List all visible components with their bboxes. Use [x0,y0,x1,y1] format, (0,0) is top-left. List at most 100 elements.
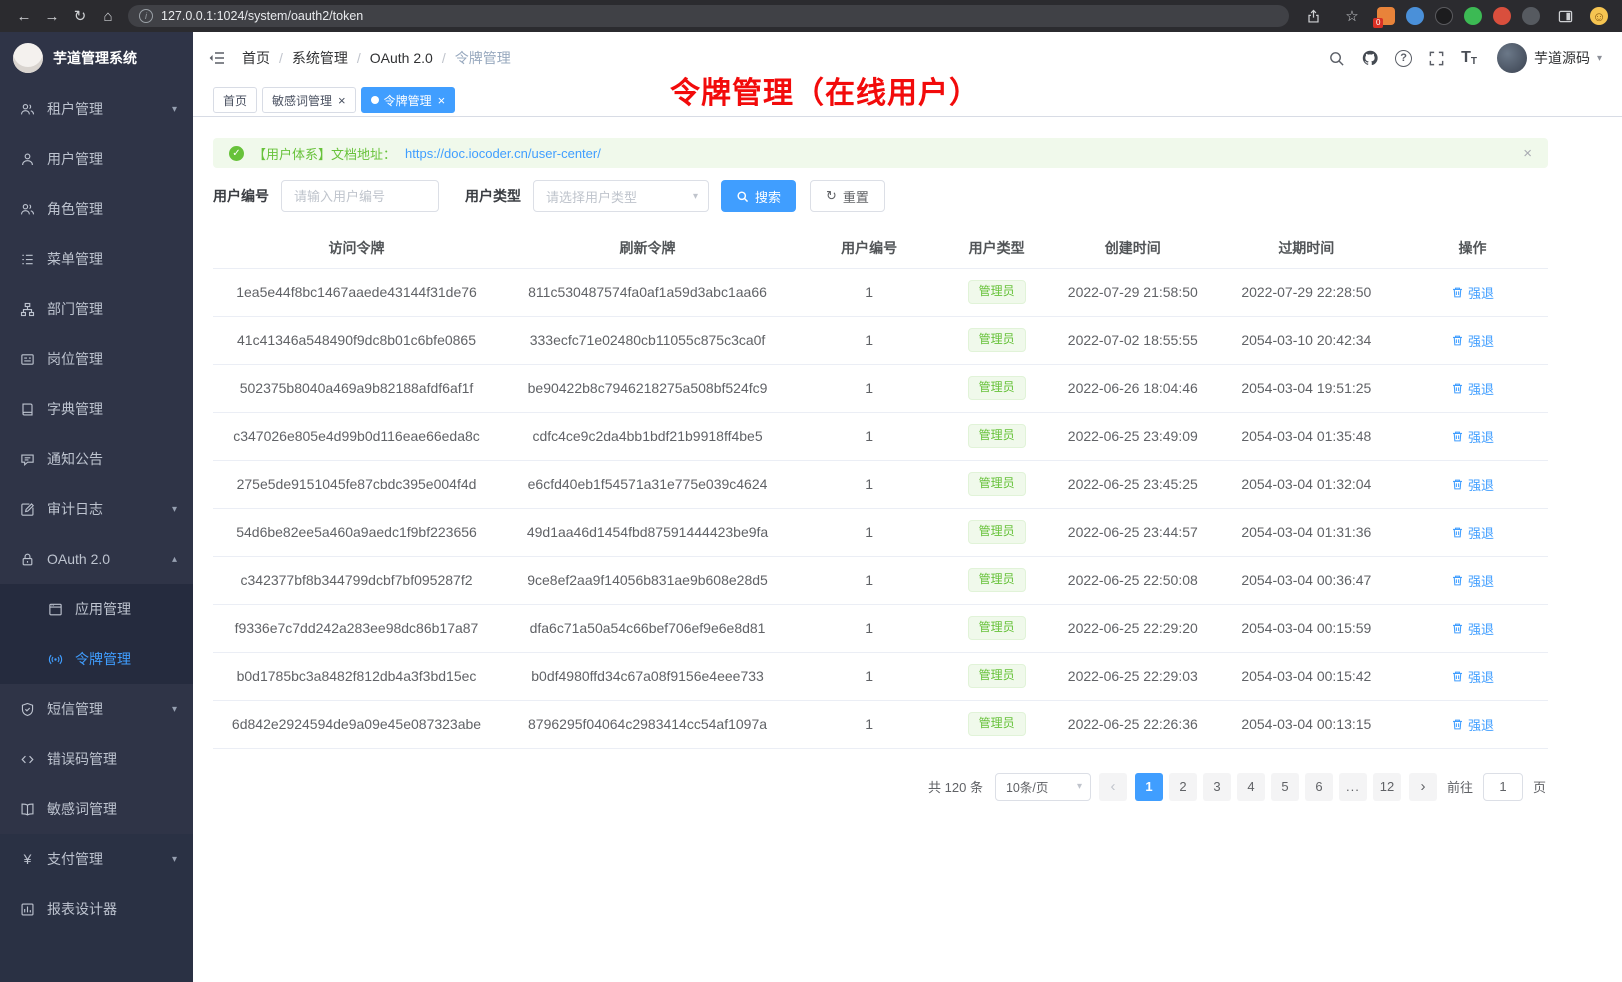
extension-icon-2[interactable] [1406,7,1424,25]
force-logout-button[interactable]: 强退 [1451,475,1494,494]
force-logout-button[interactable]: 强退 [1451,283,1494,302]
force-logout-button[interactable]: 强退 [1451,379,1494,398]
force-logout-button[interactable]: 强退 [1451,523,1494,542]
extension-icon-1[interactable]: 0 [1377,7,1395,25]
chevron-down-icon: ▾ [172,854,177,865]
browser-forward-icon[interactable]: → [38,3,66,29]
extension-icon-3[interactable] [1435,7,1453,25]
search-icon[interactable] [1328,50,1345,67]
close-icon[interactable]: × [337,94,346,107]
expire-time-cell: 2054-03-04 00:15:59 [1216,604,1398,652]
tab-home[interactable]: 首页 [213,87,257,113]
user-type-badge: 管理员 [968,568,1026,592]
close-icon[interactable]: × [1523,145,1532,162]
sidebar-menu: 租户管理 ▾ 用户管理 角色管理 菜单管理 部门管理 岗位管理 [0,84,193,982]
pager-page-button[interactable]: 4 [1237,773,1265,801]
app-logo[interactable]: 芋道管理系统 [0,32,193,84]
force-logout-button[interactable]: 强退 [1451,331,1494,350]
fullscreen-icon[interactable] [1428,50,1445,67]
sidebar-item-report-designer[interactable]: 报表设计器 [0,884,193,934]
sidebar-item-payment[interactable]: ¥ 支付管理 ▾ [0,834,193,884]
pager-page-button[interactable]: 1 [1135,773,1163,801]
doc-link[interactable]: https://doc.iocoder.cn/user-center/ [405,146,601,161]
sidebar-item-audit-log[interactable]: 审计日志 ▾ [0,484,193,534]
force-logout-button[interactable]: 强退 [1451,715,1494,734]
sidebar-item-sensitive-word[interactable]: 敏感词管理 [0,784,193,834]
prev-page-button[interactable]: ‹ [1099,773,1127,801]
table-row: c347026e805e4d99b0d116eae66eda8ccdfc4ce9… [213,412,1548,460]
tab-token[interactable]: 令牌管理 × [361,87,456,113]
chevron-down-icon: ▾ [172,104,177,115]
token-table-body: 1ea5e44f8bc1467aaede43144f31de76811c5304… [213,268,1548,748]
sidebar-item-sms[interactable]: 短信管理 ▾ [0,684,193,734]
table-row: 1ea5e44f8bc1467aaede43144f31de76811c5304… [213,268,1548,316]
sidebar-item-label: 部门管理 [47,299,103,319]
share-icon[interactable] [1299,3,1327,29]
bookmark-star-icon[interactable]: ☆ [1338,3,1366,29]
breadcrumb-item-home[interactable]: 首页 [242,48,270,68]
sms-icon [20,702,35,717]
github-icon[interactable] [1361,49,1379,67]
sidebar-item-user[interactable]: 用户管理 [0,134,193,184]
report-designer-icon [20,902,35,917]
force-logout-button[interactable]: 强退 [1451,427,1494,446]
browser-address-bar[interactable]: i 127.0.0.1:1024/system/oauth2/token [128,5,1289,27]
force-logout-button[interactable]: 强退 [1451,619,1494,638]
reset-button[interactable]: ↻ 重置 [810,180,885,212]
sidebar-item-dept[interactable]: 部门管理 [0,284,193,334]
sidebar-item-oauth[interactable]: OAuth 2.0 ▴ [0,534,193,584]
sidebar-item-token[interactable]: 令牌管理 [0,634,193,684]
pager-page-button[interactable]: 5 [1271,773,1299,801]
extension-icon-6[interactable] [1522,7,1540,25]
browser-back-icon[interactable]: ← [10,3,38,29]
refresh-icon: ↻ [826,188,837,204]
force-logout-button[interactable]: 强退 [1451,571,1494,590]
breadcrumb-item-system[interactable]: 系统管理 [270,48,348,68]
tab-sensitive-word[interactable]: 敏感词管理 × [262,87,356,113]
pager-more-button[interactable]: ... [1339,773,1367,801]
extension-icon-4[interactable] [1464,7,1482,25]
close-icon[interactable]: × [437,94,446,107]
search-button[interactable]: 搜索 [721,180,796,212]
profile-avatar-icon[interactable]: ☺ [1590,7,1608,25]
sidebar-toggle-icon[interactable] [208,49,226,67]
breadcrumb-item-token: 令牌管理 [433,48,511,68]
chevron-down-icon: ▾ [172,704,177,715]
browser-home-icon[interactable]: ⌂ [94,3,122,29]
user-menu[interactable]: 芋道源码 ▾ [1497,43,1602,73]
help-icon[interactable]: ? [1395,50,1412,67]
sidebar-item-menu[interactable]: 菜单管理 [0,234,193,284]
sidebar-item-error-code[interactable]: 错误码管理 [0,734,193,784]
user-avatar [1497,43,1527,73]
sidebar-item-role[interactable]: 角色管理 [0,184,193,234]
user-type-badge: 管理员 [968,472,1026,496]
next-page-button[interactable]: › [1409,773,1437,801]
user-type-badge: 管理员 [968,712,1026,736]
sidebar-item-tenant[interactable]: 租户管理 ▾ [0,84,193,134]
pager-page-button[interactable]: 3 [1203,773,1231,801]
goto-page-input[interactable] [1483,773,1523,801]
extension-icon-5[interactable] [1493,7,1511,25]
breadcrumb-item-oauth[interactable]: OAuth 2.0 [348,50,433,66]
force-logout-button[interactable]: 强退 [1451,667,1494,686]
sidebar-item-notice[interactable]: 通知公告 [0,434,193,484]
refresh-token-cell: e6cfd40eb1f54571a31e775e039c4624 [500,460,795,508]
pager-page-button[interactable]: 12 [1373,773,1401,801]
pager-page-button[interactable]: 6 [1305,773,1333,801]
sidebar-item-application[interactable]: 应用管理 [0,584,193,634]
page-size-select[interactable]: 10条/页 ▾ [995,773,1091,801]
font-size-icon[interactable]: TT [1461,49,1477,67]
sidebar-item-dict[interactable]: 字典管理 [0,384,193,434]
sidebar-item-post[interactable]: 岗位管理 [0,334,193,384]
pager-page-button[interactable]: 2 [1169,773,1197,801]
app-logo-image [13,43,43,73]
refresh-token-cell: 49d1aa46d1454fbd87591444423be9fa [500,508,795,556]
extension-badge: 0 [1373,18,1383,28]
site-info-icon[interactable]: i [139,9,153,23]
browser-refresh-icon[interactable]: ↻ [66,3,94,29]
user-id-input[interactable] [281,180,439,212]
force-logout-label: 强退 [1468,283,1494,302]
announcement-icon [20,452,35,467]
split-view-icon[interactable] [1551,3,1579,29]
user-type-select[interactable]: 请选择用户类型 ▾ [533,180,709,212]
